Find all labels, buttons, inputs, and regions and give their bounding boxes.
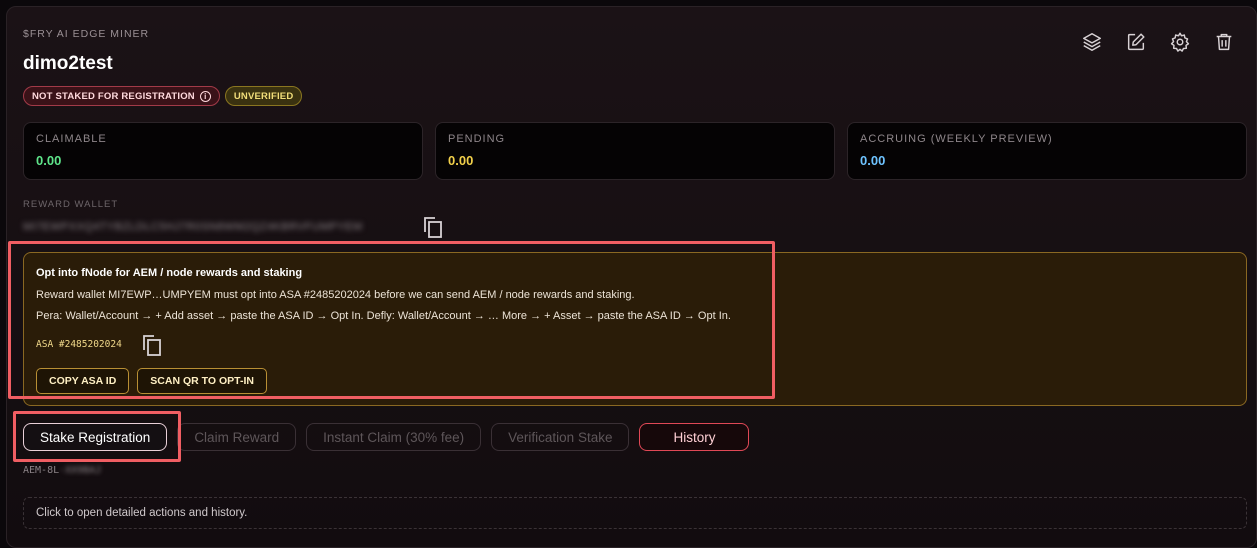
reward-wallet-address: MI7EWPXXQ4TYBZLDLC5HJ7R0SN8WM2QZ4KBRVFUM… xyxy=(23,221,363,233)
history-button[interactable]: History xyxy=(639,423,750,451)
card-toolbar xyxy=(1081,31,1235,53)
stat-value: 0.00 xyxy=(448,153,474,168)
highlight-box-stake xyxy=(13,411,181,462)
trash-icon[interactable] xyxy=(1213,31,1235,53)
info-icon[interactable]: i xyxy=(199,90,211,102)
stat-accruing: ACCRUING (WEEKLY PREVIEW) 0.00 xyxy=(847,122,1247,180)
stat-label: CLAIMABLE xyxy=(36,133,107,145)
stat-claimable: CLAIMABLE 0.00 xyxy=(23,122,423,180)
details-hint: Click to open detailed actions and histo… xyxy=(36,507,248,519)
verification-label: UNVERIFIED xyxy=(233,90,294,102)
stat-label: PENDING xyxy=(448,133,506,145)
gear-icon[interactable] xyxy=(1169,31,1191,53)
details-toggle[interactable]: Click to open detailed actions and histo… xyxy=(23,497,1247,529)
verification-badge: UNVERIFIED xyxy=(224,86,303,106)
stat-value: 0.00 xyxy=(860,153,886,168)
miner-title: dimo2test xyxy=(23,53,113,74)
stake-status-label: NOT STAKED FOR REGISTRATION xyxy=(32,90,195,102)
stat-pending: PENDING 0.00 xyxy=(435,122,835,180)
aem-id-suffix: ·XX9BAJ xyxy=(59,465,102,476)
claim-reward-button[interactable]: Claim Reward xyxy=(177,423,297,451)
stake-status-badge[interactable]: NOT STAKED FOR REGISTRATION i xyxy=(23,86,220,106)
copy-icon[interactable] xyxy=(421,215,443,244)
stat-value: 0.00 xyxy=(36,153,62,168)
stat-label: ACCRUING (WEEKLY PREVIEW) xyxy=(860,133,1053,145)
status-badges: NOT STAKED FOR REGISTRATION i UNVERIFIED xyxy=(23,86,303,106)
edit-icon[interactable] xyxy=(1125,31,1147,53)
instant-claim-button[interactable]: Instant Claim (30% fee) xyxy=(306,423,482,451)
reward-wallet-label: REWARD WALLET xyxy=(23,199,119,210)
aem-id-prefix: AEM-8L xyxy=(23,465,60,476)
reward-stats: CLAIMABLE 0.00 PENDING 0.00 ACCRUING (WE… xyxy=(23,122,1247,180)
highlight-box-opt-in xyxy=(8,241,775,399)
card-eyebrow: $FRY AI EDGE MINER xyxy=(23,28,150,40)
aem-id: AEM-8L·XX9BAJ xyxy=(23,465,101,476)
layers-icon[interactable] xyxy=(1081,31,1103,53)
verification-stake-button[interactable]: Verification Stake xyxy=(491,423,630,451)
